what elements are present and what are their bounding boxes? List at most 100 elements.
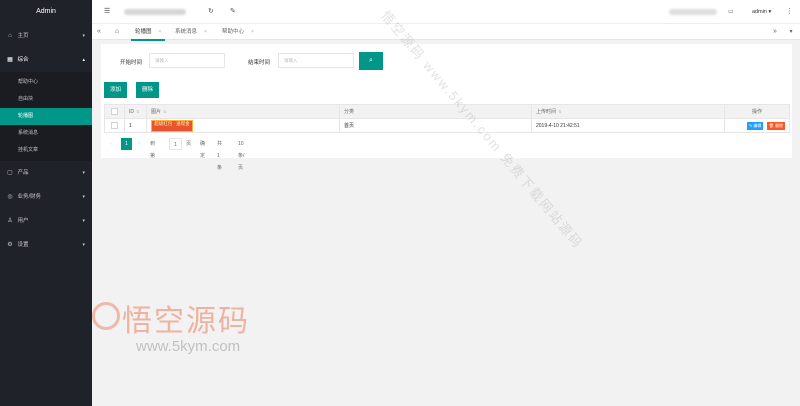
sidebar-item-label: 设置 (17, 242, 29, 248)
carousel-thumbnail: 超级红包 · 送现金 (151, 119, 193, 132)
tab-messages[interactable]: 系统消息 × (175, 24, 207, 40)
blurred-site-link (669, 9, 717, 15)
menu-toggle-icon[interactable]: ☰ (104, 0, 110, 24)
start-time-input[interactable] (149, 53, 225, 68)
sidebar-subitem-messages[interactable]: 系统消息 (0, 125, 92, 142)
app-logo[interactable]: Admin (0, 0, 92, 24)
end-time-input[interactable] (278, 53, 354, 68)
chevron-down-icon: ▾ (82, 218, 85, 224)
row-checkbox[interactable] (104, 118, 125, 133)
user-name: admin (752, 9, 767, 15)
page-size-select[interactable]: 10 条/页 (238, 138, 244, 171)
next-page-icon[interactable]: › (138, 138, 140, 150)
top-header: ☰ ↻ ✎ ▭ admin ▾ ⋮ (92, 0, 800, 24)
sidebar-item-label: 业务/财务 (17, 194, 42, 200)
end-time-label: 结束时间 (248, 60, 271, 66)
grid-icon: ▦ (7, 57, 13, 63)
sidebar-item-finance[interactable]: ◎ 业务/财务 ▾ (0, 185, 92, 209)
search-icon: ⌕ (369, 57, 373, 64)
sidebar-subitem-help[interactable]: 帮助中心 (0, 74, 92, 91)
close-icon[interactable]: × (204, 29, 207, 35)
tabs-scroll-left-icon[interactable]: « (92, 24, 106, 40)
chevron-up-icon: ▴ (82, 57, 85, 63)
sidebar-item-label: 用户 (17, 218, 29, 224)
sidebar-submenu: 帮助中心 自由块 轮播图 系统消息 挂机文章 (0, 72, 92, 161)
sidebar-item-home[interactable]: ⌂ 主页 ▾ (0, 24, 92, 48)
home-tab-icon[interactable]: ⌂ (110, 24, 124, 40)
content-panel: 开始时间 结束时间 ⌕ 添加 删除 ID⇅ 图片⇅ 分类 上传时间⇅ 操作 (101, 44, 792, 171)
column-header-image[interactable]: 图片 ⇅ (146, 104, 340, 119)
current-page[interactable]: 1 (121, 138, 132, 150)
tab-label: 轮播图 (135, 29, 152, 35)
sidebar-item-label: 主页 (17, 33, 29, 39)
tab-label: 系统消息 (175, 29, 198, 35)
close-icon[interactable]: × (159, 29, 162, 35)
sidebar-subitem-articles[interactable]: 挂机文章 (0, 142, 92, 159)
goto-label: 到第 (150, 141, 156, 159)
table-header-row: ID ⇅ 图片 ⇅ 分类 上传时间 ⇅ 操作 (104, 104, 790, 119)
sort-icon: ⇅ (136, 108, 140, 114)
page-unit: 页 (186, 141, 192, 147)
row-delete-button[interactable]: 🗑 删除 (766, 121, 785, 130)
brand-logo-icon (92, 302, 120, 330)
row-id: 1 (124, 118, 147, 133)
chevron-down-icon: ▾ (82, 170, 85, 176)
user-menu[interactable]: admin ▾ (752, 0, 771, 24)
chevron-down-icon: ▾ (82, 33, 85, 39)
sidebar-item-settings[interactable]: ⚙ 设置 ▾ (0, 233, 92, 257)
column-header-uploaded[interactable]: 上传时间 ⇅ (531, 104, 725, 119)
finance-icon: ◎ (7, 194, 13, 200)
user-icon: ♙ (7, 218, 13, 224)
sidebar-subitem-carousel[interactable]: 轮播图 (0, 108, 92, 125)
home-icon: ⌂ (8, 33, 12, 39)
close-icon[interactable]: × (251, 29, 254, 35)
sidebar-subitem-freeblock[interactable]: 自由块 (0, 91, 92, 108)
add-button[interactable]: 添加 (104, 82, 128, 98)
chevron-down-icon: ▾ (82, 242, 85, 248)
sidebar-item-users[interactable]: ♙ 用户 ▾ (0, 209, 92, 233)
carousel-table: ID ⇅ 图片 ⇅ 分类 上传时间 ⇅ 操作 1 超级红包 · 送现金 首页 2019… (104, 104, 790, 133)
delete-button[interactable]: 删除 (136, 82, 160, 98)
table-row: 1 超级红包 · 送现金 首页 2019-4-10 21:42:51 ✎ 编辑 … (104, 118, 790, 133)
brand-watermark: 悟空源码 www.5kym.com (92, 296, 272, 366)
tabs-menu-icon[interactable]: ▾ (784, 24, 798, 40)
tabs-scroll-right-icon[interactable]: » (768, 24, 782, 40)
tab-help[interactable]: 帮助中心 × (222, 24, 254, 40)
refresh-icon[interactable]: ↻ (208, 0, 214, 24)
sort-icon: ⇅ (163, 109, 167, 114)
row-image[interactable]: 超级红包 · 送现金 (146, 118, 340, 133)
clear-cache-icon[interactable]: ✎ (230, 0, 236, 24)
sidebar-item-product[interactable]: ▢ 产品 ▾ (0, 161, 92, 185)
search-button[interactable]: ⌕ (359, 52, 383, 70)
row-uploaded: 2019-4-10 21:42:51 (531, 118, 725, 133)
row-category: 首页 (339, 118, 532, 133)
sidebar-item-label: 产品 (17, 170, 29, 176)
tab-label: 帮助中心 (222, 29, 245, 35)
app-root: Admin ⌂ 主页 ▾ ▦ 综合 ▴ 帮助中心 自由块 轮播图 系统消息 挂机… (0, 0, 800, 406)
total-count: 共 1 条 (217, 141, 223, 171)
goto-confirm-button[interactable]: 确定 (200, 138, 205, 159)
caret-down-icon: ▾ (768, 9, 772, 15)
goto-page-input[interactable]: 1 (169, 138, 182, 150)
more-icon[interactable]: ⋮ (786, 0, 793, 24)
sidebar-item-general[interactable]: ▦ 综合 ▴ (0, 48, 92, 72)
column-header-category: 分类 (339, 104, 532, 119)
column-header-id[interactable]: ID ⇅ (124, 104, 147, 119)
brand-watermark-title: 悟空源码 (122, 304, 250, 339)
select-all-checkbox[interactable] (104, 104, 125, 119)
screen-icon[interactable]: ▭ (728, 0, 734, 24)
tab-carousel[interactable]: 轮播图 × (130, 24, 166, 41)
start-time-label: 开始时间 (120, 60, 143, 66)
column-header-actions: 操作 (724, 104, 790, 119)
brand-watermark-url: www.5kym.com (136, 338, 241, 355)
sidebar-item-label: 综合 (17, 57, 29, 63)
prev-page-icon[interactable]: ‹ (110, 138, 112, 150)
row-actions: ✎ 编辑 🗑 删除 (724, 118, 790, 133)
edit-button[interactable]: ✎ 编辑 (746, 121, 764, 130)
sidebar: Admin ⌂ 主页 ▾ ▦ 综合 ▴ 帮助中心 自由块 轮播图 系统消息 挂机… (0, 0, 92, 406)
tabs-bar: « ⌂ 轮播图 × 系统消息 × 帮助中心 × » ▾ (92, 24, 800, 41)
product-icon: ▢ (7, 170, 13, 176)
chevron-down-icon: ▾ (82, 194, 85, 200)
sort-icon: ⇅ (558, 109, 562, 114)
settings-icon: ⚙ (7, 242, 13, 248)
